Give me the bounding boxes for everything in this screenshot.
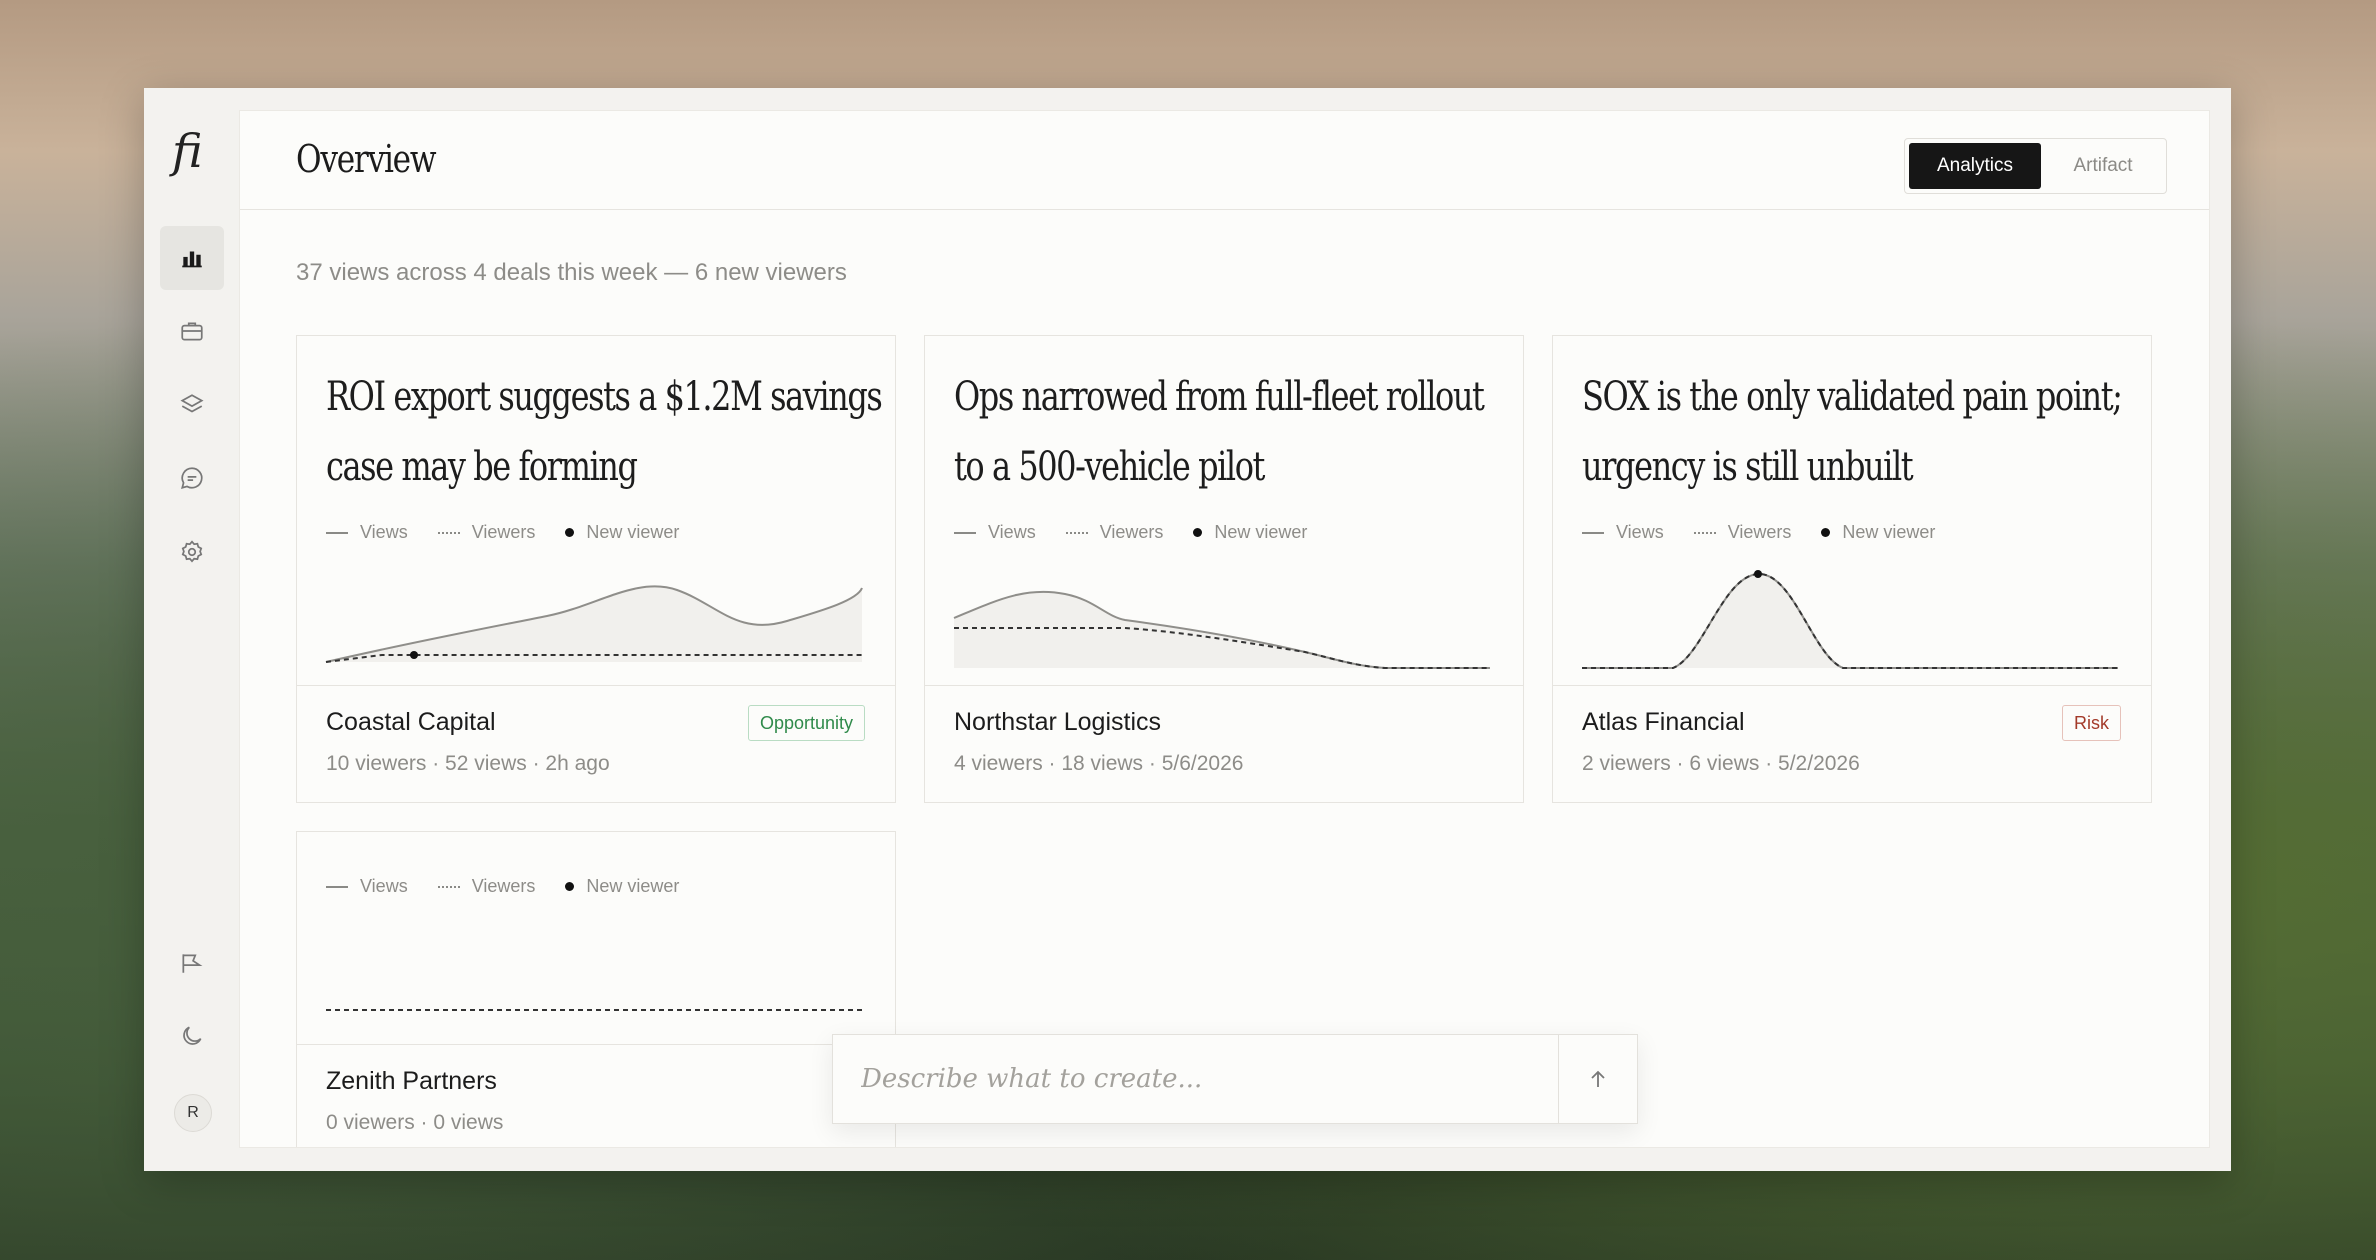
new-viewer-swatch [1193, 528, 1203, 537]
create-prompt [832, 1034, 1638, 1124]
prompt-input[interactable] [833, 1035, 1557, 1123]
views-area [1582, 573, 2118, 668]
legend-new-viewer: New viewer [586, 876, 680, 896]
moon-icon [183, 1026, 202, 1045]
new-viewer-swatch [565, 882, 575, 891]
artifact-tab[interactable]: Artifact [2045, 143, 2161, 189]
new-viewer-point [1754, 570, 1762, 578]
nav-artifacts[interactable] [160, 373, 224, 437]
nav-messages[interactable] [160, 446, 224, 510]
page-header: Overview Analytics Artifact [240, 111, 2209, 210]
deal-meta: 4 viewers · 18 views · 5/6/2026 [954, 752, 1244, 775]
sparkline-chart [325, 585, 863, 663]
announce-icon [182, 954, 203, 973]
sparkline-chart [1582, 570, 2118, 669]
deal-card[interactable]: SOX is the only validated pain point; ur… [1552, 335, 2152, 803]
page-title: Overview [296, 137, 437, 181]
card-footer: Zenith Partners 0 viewers · 0 views [297, 1044, 895, 1147]
views-line [1582, 572, 2118, 669]
card-footer: Coastal Capital 10 viewers · 52 views · … [297, 685, 895, 802]
briefcase-icon [181, 322, 203, 341]
nav-settings[interactable] [160, 520, 224, 584]
weekly-summary: 37 views across 4 deals this week — 6 ne… [296, 259, 847, 286]
nav-analytics[interactable] [160, 226, 224, 290]
viewers-swatch [437, 531, 460, 534]
sidebar: fi R [144, 88, 238, 1171]
status-badge: Risk [2062, 705, 2121, 741]
chart-legend: Views Viewers New viewer [954, 522, 1337, 543]
legend-new-viewer: New viewer [1214, 522, 1308, 542]
arrow-up-icon [1591, 1070, 1605, 1087]
app-logo: fi [172, 124, 203, 178]
analytics-tab[interactable]: Analytics [1909, 143, 2041, 189]
status-badge: Opportunity [747, 705, 865, 741]
chat-icon [181, 467, 203, 489]
views-area [326, 586, 862, 662]
card-headline: Ops narrowed from full-fleet rollout to … [954, 374, 1485, 490]
nav-deals[interactable] [160, 299, 224, 363]
announcements-button[interactable] [160, 931, 224, 995]
legend-views: Views [1616, 522, 1664, 542]
deal-meta: 2 viewers · 6 views · 5/2/2026 [1582, 752, 1860, 775]
deal-name: Northstar Logistics [954, 708, 1162, 736]
bar-chart-icon [182, 251, 202, 268]
card-footer: Atlas Financial 2 viewers · 6 views · 5/… [1553, 685, 2151, 802]
app-window: fi R Overview Analytics Artifact 37 view… [144, 88, 2231, 1171]
legend-viewers: Viewers [471, 876, 536, 896]
new-viewer-swatch [565, 528, 575, 537]
legend-views: Views [988, 522, 1036, 542]
legend-viewers: Viewers [1099, 522, 1164, 542]
views-area [954, 591, 1490, 668]
sparkline-chart [953, 590, 1490, 669]
deal-name: Zenith Partners [326, 1067, 497, 1095]
card-headline: ROI export suggests a $1.2M savings case… [326, 374, 883, 490]
send-button[interactable] [1558, 1035, 1637, 1123]
deal-meta: 10 viewers · 52 views · 2h ago [326, 752, 610, 775]
deal-name: Atlas Financial [1582, 708, 1745, 736]
avatar[interactable]: R [174, 1094, 212, 1132]
legend-views: Views [360, 522, 408, 542]
deal-name: Coastal Capital [326, 708, 496, 736]
settings-icon [181, 540, 203, 563]
viewers-line [1582, 572, 2118, 669]
legend-views: Views [360, 876, 408, 896]
chart-legend: Views Viewers New viewer [326, 876, 709, 897]
layers-icon [180, 394, 204, 413]
card-headline: SOX is the only validated pain point; ur… [1582, 374, 2123, 490]
deal-card[interactable]: Ops narrowed from full-fleet rollout to … [924, 335, 1524, 803]
views-swatch [954, 531, 976, 534]
new-viewer-point [410, 651, 418, 659]
legend-viewers: Viewers [471, 522, 536, 542]
viewers-swatch [1065, 531, 1088, 534]
deal-card[interactable]: ROI export suggests a $1.2M savings case… [296, 335, 896, 803]
deal-meta: 0 viewers · 0 views [326, 1111, 504, 1134]
viewers-swatch [437, 885, 460, 888]
card-footer: Northstar Logistics 4 viewers · 18 views… [925, 685, 1523, 802]
chart-legend: Views Viewers New viewer [326, 522, 709, 543]
views-swatch [326, 885, 348, 888]
main-panel: Overview Analytics Artifact 37 views acr… [239, 110, 2210, 1148]
viewers-swatch [1693, 531, 1716, 534]
chart-legend: Views Viewers New viewer [1582, 522, 1965, 543]
sparkline-chart [326, 1009, 862, 1011]
legend-viewers: Viewers [1727, 522, 1792, 542]
new-viewer-swatch [1821, 528, 1831, 537]
legend-new-viewer: New viewer [586, 522, 680, 542]
theme-toggle[interactable] [160, 1004, 224, 1068]
view-toggle: Analytics Artifact [1904, 138, 2167, 194]
deal-card[interactable]: Views Viewers New viewer Zenith Partners… [296, 831, 896, 1147]
views-swatch [326, 531, 348, 534]
views-swatch [1582, 531, 1604, 534]
legend-new-viewer: New viewer [1842, 522, 1936, 542]
